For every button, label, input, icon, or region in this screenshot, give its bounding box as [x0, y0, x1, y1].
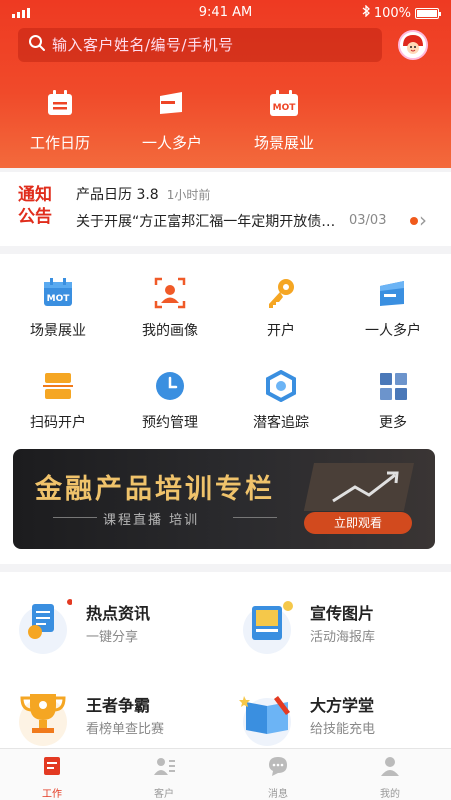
notice-title: 产品日历 3.8 — [76, 187, 159, 203]
divider — [233, 517, 277, 518]
search-icon — [28, 34, 46, 56]
tab-label: 消息 — [268, 789, 288, 800]
notice-tag-line1: 通知 — [18, 185, 52, 205]
tab-messages[interactable]: 消息 — [248, 755, 308, 800]
feature-subtitle: 活动海报库 — [310, 630, 376, 645]
search-input[interactable] — [52, 36, 352, 54]
grid-item-label: 潜客追踪 — [253, 415, 309, 431]
notice-content: 关于开展“方正富邦汇福一年定期开放债券型基金” — [76, 214, 338, 230]
grid-item-label: 我的画像 — [142, 323, 198, 339]
grid-item-label: 场景展业 — [30, 323, 86, 339]
avatar[interactable] — [398, 30, 428, 60]
grid-item-label: 扫码开户 — [30, 415, 86, 431]
tab-work[interactable]: 工作 — [22, 755, 82, 800]
notice-title-row: 产品日历 3.8 1小时前 — [76, 184, 210, 204]
grid-item-portrait[interactable]: 我的画像 — [115, 276, 225, 340]
clock-icon — [154, 370, 186, 406]
feature-title: 王者争霸 — [86, 696, 151, 715]
notice-tag-line2: 公告 — [18, 207, 52, 227]
battery-percent: 100% — [373, 5, 411, 21]
bluetooth-icon — [362, 4, 370, 21]
message-icon — [267, 755, 289, 781]
svg-text:MOT: MOT — [273, 103, 297, 113]
feature-subtitle: 给技能充电 — [310, 722, 376, 737]
grid-item-more[interactable]: 更多 — [338, 370, 448, 432]
bottom-tab-bar: 工作 客户 消息 我的 — [0, 748, 451, 800]
grid-item-label: 一人多户 — [365, 323, 421, 339]
tab-customer[interactable]: 客户 — [134, 755, 194, 800]
key-icon — [264, 276, 298, 314]
quick-action-label: 工作日历 — [29, 134, 90, 152]
notice-page-indicator: 03/03 — [349, 213, 387, 228]
tab-label: 工作 — [42, 789, 62, 800]
book-icon — [238, 690, 296, 752]
feature-title: 宣传图片 — [310, 604, 375, 623]
chevron-right-icon[interactable]: › — [419, 208, 427, 232]
poster-icon — [238, 598, 296, 660]
grid-item-scan-open[interactable]: 扫码开户 — [3, 370, 113, 432]
calendar-icon — [45, 88, 75, 122]
search-bar[interactable] — [18, 28, 382, 62]
grid-item-label: 开户 — [267, 323, 295, 339]
feature-subtitle: 一键分享 — [86, 630, 139, 645]
notice-tag: 通知 公告 — [18, 184, 62, 228]
feature-hot-news[interactable]: 热点资讯 一键分享 — [14, 598, 214, 658]
banner-subtitle: 课程直播 培训 — [103, 513, 200, 528]
grid-item-scene[interactable]: MOT 场景展业 — [3, 276, 113, 340]
divider — [53, 517, 97, 518]
track-icon — [264, 369, 298, 406]
tab-profile[interactable]: 我的 — [360, 755, 420, 800]
mot-icon: MOT — [42, 276, 74, 314]
feature-title: 热点资讯 — [86, 604, 151, 623]
notice-time-ago: 1小时前 — [166, 188, 211, 202]
portrait-icon — [153, 276, 187, 314]
quick-action-calendar[interactable]: 工作日历 — [22, 88, 98, 153]
quick-action-scene[interactable]: MOT 场景展业 — [246, 88, 322, 153]
tab-label: 我的 — [380, 789, 400, 800]
feature-competition[interactable]: 王者争霸 看榜单查比赛 — [14, 690, 214, 750]
grid-item-appointment[interactable]: 预约管理 — [115, 370, 225, 432]
unread-dot — [410, 217, 418, 225]
grid-item-lead-tracking[interactable]: 潜客追踪 — [226, 369, 336, 432]
grid-item-open-account[interactable]: 开户 — [226, 276, 336, 340]
customer-icon — [152, 755, 176, 781]
chart-decoration-icon — [303, 463, 415, 511]
feature-subtitle: 看榜单查比赛 — [86, 722, 165, 737]
banner-title: 金融产品培训专栏 — [35, 474, 275, 505]
scan-icon — [42, 370, 74, 406]
feature-promo-images[interactable]: 宣传图片 活动海报库 — [238, 598, 438, 658]
news-icon — [14, 598, 73, 660]
grid-item-label: 预约管理 — [142, 415, 198, 431]
tab-label: 客户 — [154, 789, 174, 800]
more-grid-icon — [377, 370, 409, 406]
status-bar: 9:41 AM 100% — [0, 4, 451, 22]
grid-item-label: 更多 — [379, 415, 407, 431]
feature-title: 大方学堂 — [310, 696, 375, 715]
notice-card[interactable]: 通知 公告 产品日历 3.8 1小时前 关于开展“方正富邦汇福一年定期开放债券型基… — [0, 172, 451, 246]
work-icon — [41, 755, 63, 781]
quick-action-multi-account[interactable]: 一人多户 — [134, 88, 210, 153]
status-right: 100% — [362, 4, 441, 21]
mot-calendar-icon: MOT — [268, 88, 300, 122]
battery-icon — [415, 7, 441, 19]
header: 9:41 AM 100% 输入客户姓名/编号/手机号 工作日历 一人多户 MOT… — [0, 0, 451, 168]
trophy-icon — [14, 690, 72, 752]
quick-action-label: 一人多户 — [141, 134, 202, 152]
card-icon — [376, 276, 410, 314]
card-wallet-icon — [156, 88, 188, 122]
profile-icon — [379, 755, 401, 781]
svg-text:MOT: MOT — [47, 294, 71, 304]
quick-action-label: 场景展业 — [253, 134, 314, 152]
grid-item-multi-account[interactable]: 一人多户 — [338, 276, 448, 340]
training-banner[interactable]: 金融产品培训专栏 课程直播 培训 立即观看 — [13, 449, 435, 549]
feature-list: 热点资讯 一键分享 宣传图片 活动海报库 王者争霸 看榜单查比赛 大方学堂 给技… — [0, 572, 451, 748]
feature-academy[interactable]: 大方学堂 给技能充电 — [238, 690, 438, 750]
watch-now-button[interactable]: 立即观看 — [304, 512, 412, 534]
